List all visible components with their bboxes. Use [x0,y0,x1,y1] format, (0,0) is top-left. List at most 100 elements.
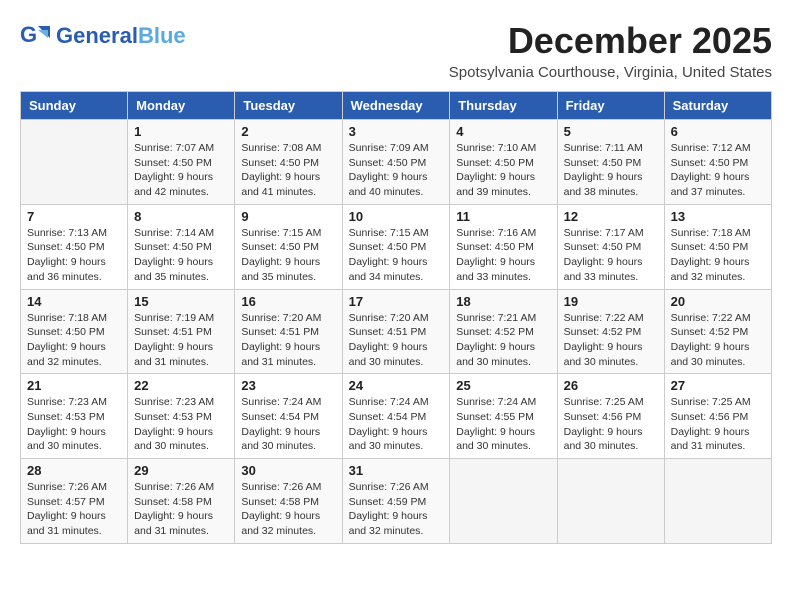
day-info: Sunrise: 7:14 AMSunset: 4:50 PMDaylight:… [134,226,228,285]
day-number: 31 [349,463,444,478]
day-number: 15 [134,294,228,309]
calendar-header-monday: Monday [128,92,235,120]
day-info: Sunrise: 7:26 AMSunset: 4:58 PMDaylight:… [134,480,228,539]
calendar-day-cell: 29 Sunrise: 7:26 AMSunset: 4:58 PMDayligh… [128,459,235,544]
calendar-day-cell: 5Sunrise: 7:11 AMSunset: 4:50 PMDaylight… [557,120,664,205]
day-info: Sunrise: 7:11 AMSunset: 4:50 PMDaylight:… [564,141,658,200]
calendar-day-cell: 26Sunrise: 7:25 AMSunset: 4:56 PMDayligh… [557,374,664,459]
day-info: Sunrise: 7:17 AMSunset: 4:50 PMDaylight:… [564,226,658,285]
calendar-day-cell: 14Sunrise: 7:18 AMSunset: 4:50 PMDayligh… [21,289,128,374]
calendar-day-cell: 24 Sunrise: 7:24 AMSunset: 4:54 PMDayligh… [342,374,450,459]
calendar-day-cell: 4 Sunrise: 7:10 AMSunset: 4:50 PMDaylight… [450,120,557,205]
calendar-day-cell: 6 Sunrise: 7:12 AMSunset: 4:50 PMDaylight… [664,120,771,205]
day-number: 28 [27,463,121,478]
day-info: Sunrise: 7:20 AMSunset: 4:51 PMDaylight:… [241,311,335,370]
day-info: Sunrise: 7:15 AMSunset: 4:50 PMDaylight:… [349,226,444,285]
calendar-day-cell: 18 Sunrise: 7:21 AMSunset: 4:52 PMDayligh… [450,289,557,374]
day-number: 9 [241,209,335,224]
logo: G GeneralBlue [20,20,186,52]
calendar-day-cell [557,459,664,544]
page-header: G GeneralBlue December 2025 Spotsylvania… [20,20,772,81]
day-info: Sunrise: 7:10 AMSunset: 4:50 PMDaylight:… [456,141,550,200]
calendar-day-cell: 7 Sunrise: 7:13 AMSunset: 4:50 PMDaylight… [21,204,128,289]
day-number: 1 [134,124,228,139]
calendar-day-cell: 15Sunrise: 7:19 AMSunset: 4:51 PMDayligh… [128,289,235,374]
calendar-day-cell: 31 Sunrise: 7:26 AMSunset: 4:59 PMDayligh… [342,459,450,544]
calendar-day-cell: 9Sunrise: 7:15 AMSunset: 4:50 PMDaylight… [235,204,342,289]
calendar-day-cell: 17 Sunrise: 7:20 AMSunset: 4:51 PMDayligh… [342,289,450,374]
day-number: 24 [349,378,444,393]
calendar-day-cell [450,459,557,544]
calendar-header-tuesday: Tuesday [235,92,342,120]
calendar-header-saturday: Saturday [664,92,771,120]
calendar-day-cell: 3 Sunrise: 7:09 AMSunset: 4:50 PMDaylight… [342,120,450,205]
calendar-day-cell: 1 Sunrise: 7:07 AMSunset: 4:50 PMDaylight… [128,120,235,205]
day-info: Sunrise: 7:08 AMSunset: 4:50 PMDaylight:… [241,141,335,200]
svg-text:G: G [20,22,37,47]
calendar-week-2: 7 Sunrise: 7:13 AMSunset: 4:50 PMDaylight… [21,204,772,289]
day-number: 8 [134,209,228,224]
calendar-header-row: SundayMondayTuesdayWednesdayThursdayFrid… [21,92,772,120]
month-title: December 2025 [449,20,772,62]
day-number: 10 [349,209,444,224]
day-info: Sunrise: 7:13 AMSunset: 4:50 PMDaylight:… [27,226,121,285]
day-number: 11 [456,209,550,224]
day-number: 13 [671,209,765,224]
day-number: 21 [27,378,121,393]
calendar-day-cell: 20 Sunrise: 7:22 AMSunset: 4:52 PMDayligh… [664,289,771,374]
day-number: 6 [671,124,765,139]
day-info: Sunrise: 7:09 AMSunset: 4:50 PMDaylight:… [349,141,444,200]
calendar-day-cell [664,459,771,544]
day-number: 27 [671,378,765,393]
day-info: Sunrise: 7:22 AMSunset: 4:52 PMDaylight:… [671,311,765,370]
day-info: Sunrise: 7:26 AMSunset: 4:59 PMDaylight:… [349,480,444,539]
calendar-day-cell: 25 Sunrise: 7:24 AMSunset: 4:55 PMDayligh… [450,374,557,459]
calendar-day-cell: 10 Sunrise: 7:15 AMSunset: 4:50 PMDayligh… [342,204,450,289]
location: Spotsylvania Courthouse, Virginia, Unite… [449,64,772,81]
day-info: Sunrise: 7:24 AMSunset: 4:55 PMDaylight:… [456,395,550,454]
calendar-day-cell: 30Sunrise: 7:26 AMSunset: 4:58 PMDayligh… [235,459,342,544]
title-area: December 2025 Spotsylvania Courthouse, V… [449,20,772,81]
day-info: Sunrise: 7:26 AMSunset: 4:57 PMDaylight:… [27,480,121,539]
logo-icon: G [20,20,52,52]
day-info: Sunrise: 7:23 AMSunset: 4:53 PMDaylight:… [27,395,121,454]
calendar-week-3: 14Sunrise: 7:18 AMSunset: 4:50 PMDayligh… [21,289,772,374]
calendar-week-5: 28 Sunrise: 7:26 AMSunset: 4:57 PMDayligh… [21,459,772,544]
calendar-day-cell: 19 Sunrise: 7:22 AMSunset: 4:52 PMDayligh… [557,289,664,374]
day-info: Sunrise: 7:23 AMSunset: 4:53 PMDaylight:… [134,395,228,454]
day-number: 7 [27,209,121,224]
day-number: 22 [134,378,228,393]
day-number: 18 [456,294,550,309]
day-number: 17 [349,294,444,309]
day-info: Sunrise: 7:22 AMSunset: 4:52 PMDaylight:… [564,311,658,370]
day-number: 25 [456,378,550,393]
calendar-header-thursday: Thursday [450,92,557,120]
day-info: Sunrise: 7:12 AMSunset: 4:50 PMDaylight:… [671,141,765,200]
calendar-day-cell: 11 Sunrise: 7:16 AMSunset: 4:50 PMDayligh… [450,204,557,289]
day-number: 4 [456,124,550,139]
calendar-day-cell: 22 Sunrise: 7:23 AMSunset: 4:53 PMDayligh… [128,374,235,459]
calendar-day-cell: 16 Sunrise: 7:20 AMSunset: 4:51 PMDayligh… [235,289,342,374]
day-number: 3 [349,124,444,139]
day-info: Sunrise: 7:07 AMSunset: 4:50 PMDaylight:… [134,141,228,200]
day-number: 26 [564,378,658,393]
day-number: 20 [671,294,765,309]
day-info: Sunrise: 7:25 AMSunset: 4:56 PMDaylight:… [671,395,765,454]
calendar-week-1: 1 Sunrise: 7:07 AMSunset: 4:50 PMDaylight… [21,120,772,205]
day-number: 16 [241,294,335,309]
day-number: 23 [241,378,335,393]
day-number: 14 [27,294,121,309]
day-info: Sunrise: 7:24 AMSunset: 4:54 PMDaylight:… [349,395,444,454]
day-info: Sunrise: 7:16 AMSunset: 4:50 PMDaylight:… [456,226,550,285]
day-number: 19 [564,294,658,309]
day-number: 29 [134,463,228,478]
calendar-table: SundayMondayTuesdayWednesdayThursdayFrid… [20,91,772,544]
day-number: 2 [241,124,335,139]
logo-general: General [56,23,138,49]
day-info: Sunrise: 7:21 AMSunset: 4:52 PMDaylight:… [456,311,550,370]
calendar-day-cell: 12Sunrise: 7:17 AMSunset: 4:50 PMDayligh… [557,204,664,289]
calendar-day-cell: 13Sunrise: 7:18 AMSunset: 4:50 PMDayligh… [664,204,771,289]
calendar-day-cell: 27 Sunrise: 7:25 AMSunset: 4:56 PMDayligh… [664,374,771,459]
calendar-header-friday: Friday [557,92,664,120]
day-info: Sunrise: 7:20 AMSunset: 4:51 PMDaylight:… [349,311,444,370]
